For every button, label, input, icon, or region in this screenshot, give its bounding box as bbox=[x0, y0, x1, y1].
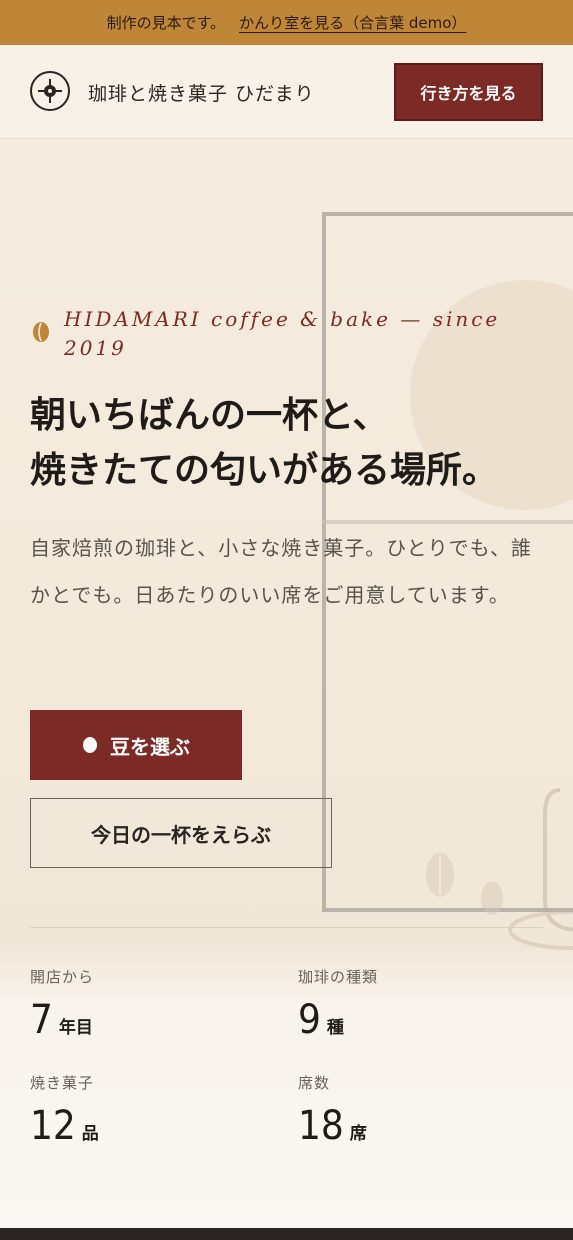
stat-baked-goods: 焼き菓子 12 品 bbox=[30, 1072, 99, 1149]
choose-beans-button[interactable]: 豆を選ぶ bbox=[30, 710, 242, 780]
headline-line-2: 焼きたての匂いがある場所。 bbox=[30, 449, 499, 491]
brand-name[interactable]: 珈琲と焼き菓子 ひだまり bbox=[88, 79, 315, 106]
demo-notice-bar: 制作の見本です。 かんり室を見る（合言葉 demo） bbox=[0, 0, 573, 45]
stat-value: 7 年目 bbox=[30, 997, 94, 1043]
headline-line-1: 朝いちばんの一杯と、 bbox=[30, 394, 389, 436]
todays-cup-button[interactable]: 今日の一杯をえらぶ bbox=[30, 798, 332, 868]
hero-lead-text: 自家焙煎の珈琲と、小さな焼き菓子。ひとりでも、誰かとでも。日あたりのいい席をご用… bbox=[30, 536, 532, 607]
hero-headline: 朝いちばんの一杯と、 焼きたての匂いがある場所。 bbox=[30, 388, 570, 498]
stat-label: 珈琲の種類 bbox=[298, 968, 379, 986]
stat-value: 18 席 bbox=[298, 1103, 367, 1149]
stat-unit: 席 bbox=[349, 1124, 367, 1144]
stat-number: 7 bbox=[30, 997, 53, 1043]
coffee-cup-decoration-icon bbox=[426, 788, 573, 950]
stat-number: 9 bbox=[298, 997, 321, 1043]
coffee-bean-logo-icon[interactable] bbox=[30, 71, 70, 111]
site-header: 珈琲と焼き菓子 ひだまり 行き方を見る bbox=[0, 45, 573, 139]
stat-number: 12 bbox=[30, 1103, 76, 1149]
stat-years-open: 開店から 7 年目 bbox=[30, 966, 94, 1043]
stat-unit: 年目 bbox=[58, 1018, 93, 1038]
stat-value: 12 品 bbox=[30, 1103, 99, 1149]
footer-edge bbox=[0, 1228, 573, 1240]
hero-section: HIDAMARI coffee & bake — since 2019 朝いちば… bbox=[0, 140, 573, 950]
admin-room-link[interactable]: かんり室を見る（合言葉 demo） bbox=[239, 12, 466, 33]
stat-value: 9 種 bbox=[298, 997, 378, 1043]
notice-text: 制作の見本です。 bbox=[106, 14, 226, 32]
stat-number: 18 bbox=[298, 1103, 344, 1149]
hero-eyebrow: HIDAMARI coffee & bake — since 2019 bbox=[64, 307, 501, 360]
access-button[interactable]: 行き方を見る bbox=[394, 63, 543, 121]
coffee-bean-icon bbox=[33, 322, 49, 342]
window-sill-decoration bbox=[322, 520, 573, 524]
choose-beans-label: 豆を選ぶ bbox=[110, 734, 190, 759]
stat-label: 開店から bbox=[30, 968, 95, 986]
stat-label: 焼き菓子 bbox=[30, 1074, 95, 1092]
stats-section: 開店から 7 年目 珈琲の種類 9 種 焼き菓子 12 品 席数 18 席 bbox=[0, 950, 573, 1228]
stat-seats: 席数 18 席 bbox=[298, 1072, 367, 1149]
stat-unit: 種 bbox=[326, 1018, 344, 1038]
stat-coffee-types: 珈琲の種類 9 種 bbox=[298, 966, 378, 1043]
hero-divider bbox=[30, 927, 543, 928]
stat-unit: 品 bbox=[81, 1124, 99, 1144]
bean-dot-icon bbox=[83, 737, 97, 753]
stat-label: 席数 bbox=[298, 1074, 331, 1092]
